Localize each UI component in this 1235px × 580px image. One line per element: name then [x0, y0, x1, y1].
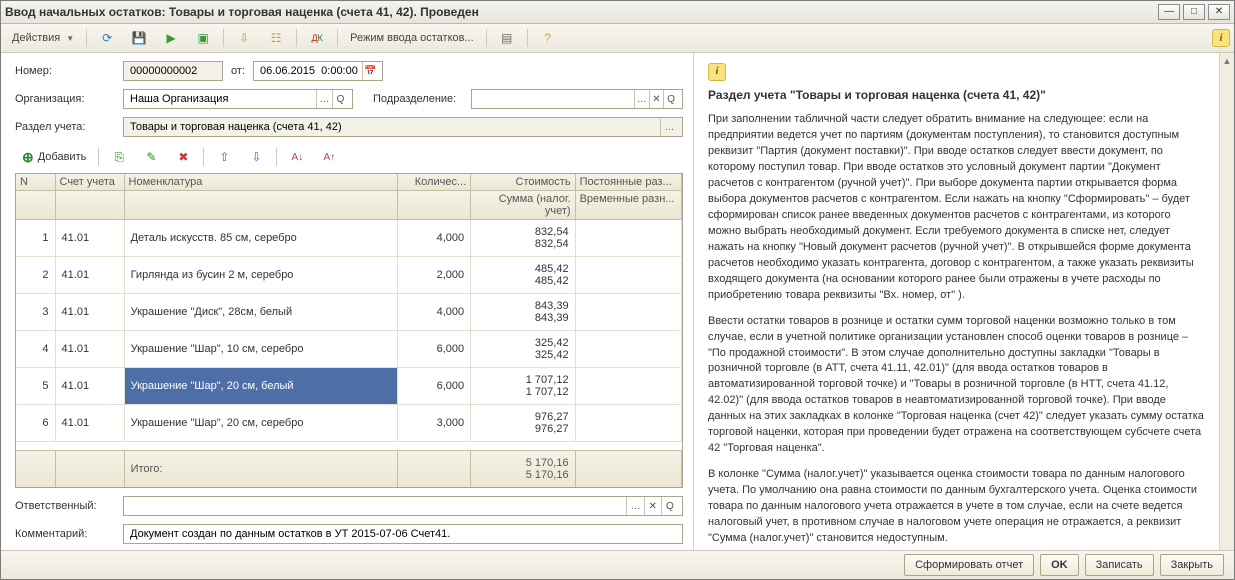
- org-label: Организация:: [15, 93, 115, 105]
- info-icon: i: [708, 63, 726, 81]
- help-paragraph: В колонке "Сумма (налог.учет)" указывает…: [708, 467, 1205, 547]
- footer-bar: Сформировать отчет OK Записать Закрыть: [1, 550, 1234, 579]
- clear-icon[interactable]: ✕: [649, 90, 664, 108]
- info-panel-toggle-icon[interactable]: i: [1212, 29, 1230, 47]
- responsible-field[interactable]: … ✕ Q: [123, 496, 683, 516]
- form-report-button[interactable]: Сформировать отчет: [904, 554, 1034, 576]
- table-row[interactable]: 241.01Гирлянда из бусин 2 м, серебро2,00…: [16, 257, 682, 294]
- select-icon[interactable]: …: [634, 90, 649, 108]
- ok-button[interactable]: OK: [1040, 554, 1079, 576]
- help-heading: Раздел учета "Товары и торговая наценка …: [708, 87, 1205, 104]
- number-label: Номер:: [15, 65, 115, 77]
- table-toolbar: ⊕ Добавить ⎘ ✎ ✖ ⇧ ⇩ A↓ A↑: [15, 145, 683, 169]
- main-toolbar: Действия ▼ ⟳ 💾 ▶ ▣ ⇩ ☷ ДК Режим ввода ос…: [1, 24, 1234, 53]
- col-temp[interactable]: Временные разн...: [576, 191, 682, 219]
- sort-desc-icon[interactable]: A↑: [314, 146, 344, 168]
- division-label: Подразделение:: [373, 93, 463, 105]
- toolbar-structure-icon[interactable]: ☷: [261, 27, 291, 49]
- move-down-icon[interactable]: ⇩: [241, 146, 271, 168]
- col-qty[interactable]: Количес...: [398, 174, 471, 190]
- open-icon[interactable]: Q: [332, 90, 348, 108]
- division-field[interactable]: … ✕ Q: [471, 89, 683, 109]
- actions-menu[interactable]: Действия ▼: [5, 27, 81, 49]
- input-mode-label: Режим ввода остатков...: [350, 32, 474, 44]
- col-cost[interactable]: Стоимость: [471, 174, 575, 190]
- toolbar-unpost-icon[interactable]: ▣: [188, 27, 218, 49]
- help-panel: i Раздел учета "Товары и торговая наценк…: [693, 53, 1234, 550]
- maximize-button[interactable]: □: [1183, 4, 1205, 20]
- section-label: Раздел учета:: [15, 121, 115, 133]
- table-row[interactable]: 541.01Украшение "Шар", 20 см, белый6,000…: [16, 368, 682, 405]
- calendar-icon[interactable]: 📅: [362, 62, 378, 80]
- add-row-label: Добавить: [38, 151, 87, 163]
- responsible-label: Ответственный:: [15, 500, 115, 512]
- move-up-icon[interactable]: ⇧: [209, 146, 239, 168]
- window-title: Ввод начальных остатков: Товары и торгов…: [5, 5, 1155, 19]
- section-field[interactable]: …: [123, 117, 683, 137]
- toolbar-help-icon[interactable]: ?: [533, 27, 563, 49]
- titlebar: Ввод начальных остатков: Товары и торгов…: [1, 1, 1234, 24]
- table-row[interactable]: 141.01Деталь искусств. 85 см, серебро4,0…: [16, 220, 682, 257]
- col-tax[interactable]: Сумма (налог. учет): [471, 191, 575, 219]
- help-paragraph: Ввести остатки товаров в рознице и остат…: [708, 314, 1205, 457]
- input-mode-button[interactable]: Режим ввода остатков...: [343, 27, 481, 49]
- col-nom[interactable]: Номенклатура: [125, 174, 399, 190]
- scroll-up-icon: ▲: [1220, 53, 1234, 69]
- toolbar-basis-icon[interactable]: ⇩: [229, 27, 259, 49]
- from-label: от:: [231, 65, 245, 77]
- close-button[interactable]: Закрыть: [1160, 554, 1224, 576]
- col-acc[interactable]: Счет учета: [56, 174, 125, 190]
- org-field[interactable]: … Q: [123, 89, 353, 109]
- help-paragraph: При заполнении табличной части следует о…: [708, 112, 1205, 303]
- save-button[interactable]: Записать: [1085, 554, 1154, 576]
- plus-icon: ⊕: [22, 149, 34, 166]
- comment-field[interactable]: [123, 524, 683, 544]
- footer-total-label: Итого:: [125, 451, 399, 487]
- copy-row-icon[interactable]: ⎘: [104, 146, 134, 168]
- toolbar-report-icon[interactable]: ▤: [492, 27, 522, 49]
- add-row-button[interactable]: ⊕ Добавить: [15, 146, 93, 168]
- table-row[interactable]: 641.01Украшение "Шар", 20 см, серебро3,0…: [16, 405, 682, 442]
- sort-asc-icon[interactable]: A↓: [282, 146, 312, 168]
- footer-total: 5 170,16 5 170,16: [471, 451, 575, 487]
- open-icon[interactable]: Q: [661, 497, 678, 515]
- chevron-down-icon: ▼: [66, 34, 74, 43]
- table-row[interactable]: 341.01Украшение "Диск", 28см, белый4,000…: [16, 294, 682, 331]
- minimize-button[interactable]: —: [1158, 4, 1180, 20]
- toolbar-refresh-icon[interactable]: ⟳: [92, 27, 122, 49]
- col-perm[interactable]: Постоянные раз...: [576, 174, 682, 190]
- date-field[interactable]: 📅: [253, 61, 383, 81]
- delete-row-icon[interactable]: ✖: [168, 146, 198, 168]
- actions-label: Действия: [12, 32, 60, 44]
- select-icon[interactable]: …: [660, 118, 678, 136]
- close-window-button[interactable]: ✕: [1208, 4, 1230, 20]
- open-icon[interactable]: Q: [663, 90, 678, 108]
- select-icon[interactable]: …: [626, 497, 643, 515]
- col-n[interactable]: N: [16, 174, 56, 190]
- comment-label: Комментарий:: [15, 528, 115, 540]
- number-field[interactable]: [123, 61, 223, 81]
- nomenclature-grid[interactable]: N Счет учета Номенклатура Количес... Сто…: [15, 173, 683, 488]
- toolbar-post-icon[interactable]: ▶: [156, 27, 186, 49]
- table-row[interactable]: 441.01Украшение "Шар", 10 см, серебро6,0…: [16, 331, 682, 368]
- select-icon[interactable]: …: [316, 90, 332, 108]
- help-scrollbar[interactable]: ▲ ▼: [1219, 53, 1234, 550]
- edit-row-icon[interactable]: ✎: [136, 146, 166, 168]
- clear-icon[interactable]: ✕: [644, 497, 661, 515]
- toolbar-save-icon[interactable]: 💾: [124, 27, 154, 49]
- toolbar-debit-credit-icon[interactable]: ДК: [302, 27, 332, 49]
